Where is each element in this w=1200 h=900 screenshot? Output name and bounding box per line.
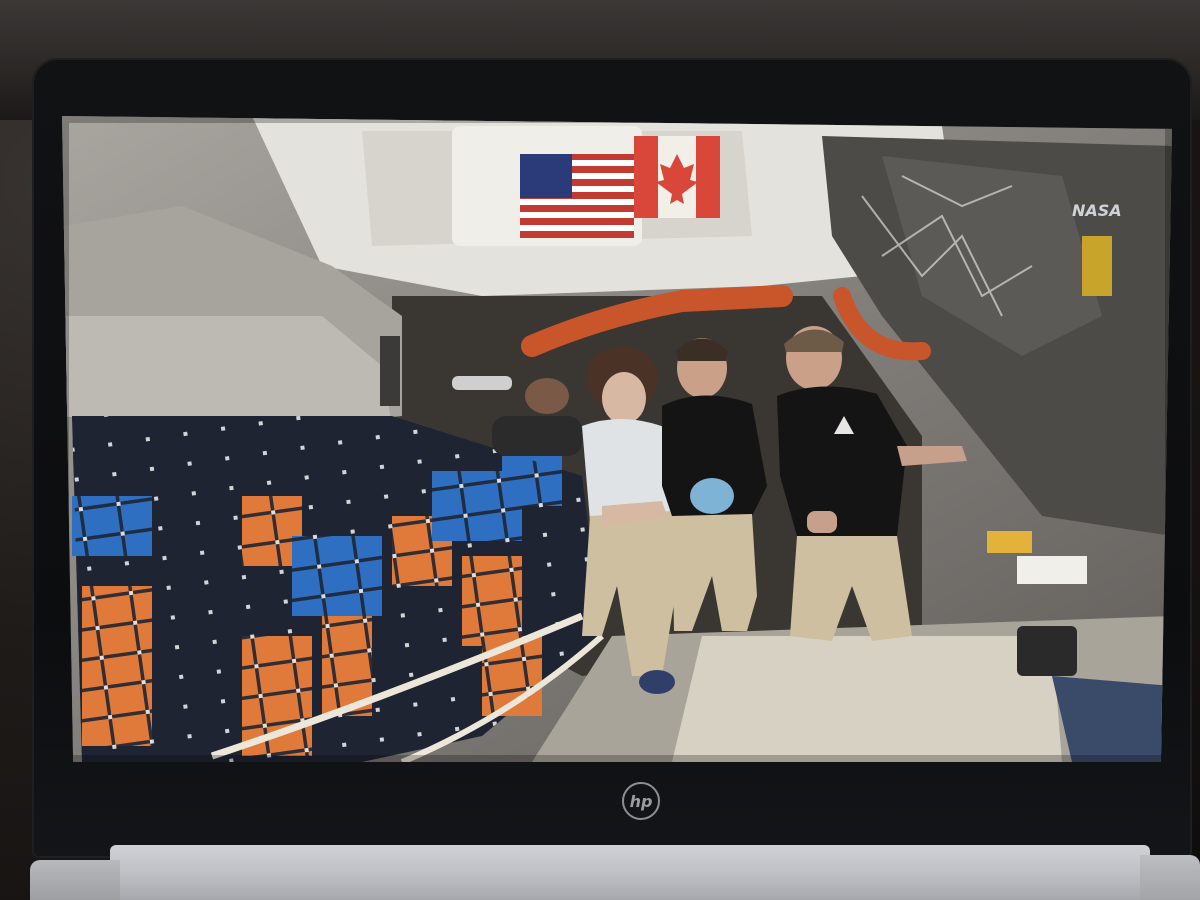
iss-broadcast-image: NASA — [62, 116, 1172, 762]
canada-flag — [634, 136, 720, 218]
laptop-hinge — [110, 845, 1150, 900]
nasa-watermark: NASA — [1072, 201, 1122, 220]
water-ball — [690, 478, 734, 514]
cargo-net-area — [72, 416, 604, 762]
us-flag — [520, 154, 634, 238]
laptop-base-left — [30, 860, 120, 900]
stowage-box — [672, 636, 1062, 762]
laptop-base-right — [1140, 855, 1200, 900]
laptop-screen: NASA — [62, 116, 1172, 762]
book — [987, 531, 1032, 553]
hp-logo-text: hp — [629, 791, 653, 811]
yellow-panel — [1082, 236, 1112, 296]
hp-logo: hp — [622, 782, 660, 820]
